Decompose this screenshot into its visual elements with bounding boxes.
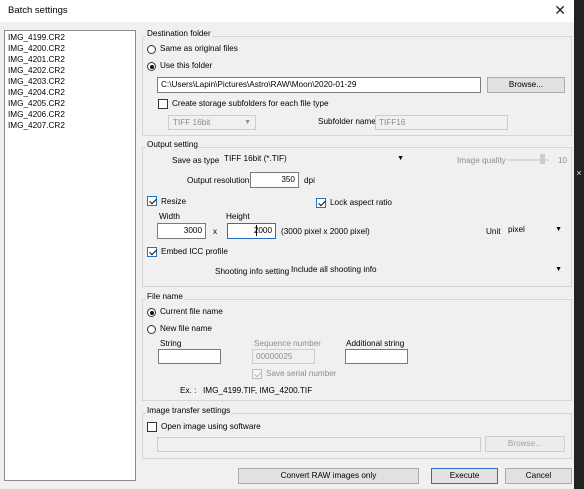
subfolder-type-value: TIFF 16bit (173, 118, 211, 127)
batch-settings-window: Batch settings ✕ IMG_4199.CR2 IMG_4200.C… (0, 0, 574, 489)
additional-string-field[interactable] (345, 349, 408, 364)
use-this-folder-label: Use this folder (160, 61, 213, 70)
cancel-button[interactable]: Cancel (505, 468, 572, 484)
subfolder-name-field[interactable]: TIFF16 (375, 115, 508, 130)
example-value: IMG_4199.TIF, IMG_4200.TIF (203, 386, 313, 395)
file-name-title: File name (146, 292, 184, 301)
unit-dropdown[interactable]: pixel ▼ (504, 223, 566, 238)
destination-folder-title: Destination folder (146, 29, 212, 38)
shooting-info-dropdown[interactable]: Include all shooting info ▼ (287, 263, 566, 278)
list-item[interactable]: IMG_4202.CR2 (8, 66, 65, 75)
folder-path-field[interactable]: C:\Users\Lapin\Pictures\Astro\RAW\Moon\2… (157, 77, 481, 93)
width-field[interactable]: 3000 (157, 223, 206, 239)
image-transfer-title: Image transfer settings (146, 406, 232, 415)
save-as-value: TIFF 16bit (*.TIF) (224, 154, 287, 163)
list-item[interactable]: IMG_4205.CR2 (8, 99, 65, 108)
convert-raw-only-button[interactable]: Convert RAW images only (238, 468, 419, 484)
current-file-name-radio[interactable] (147, 308, 156, 317)
title-bar: Batch settings ✕ (0, 0, 574, 22)
list-item[interactable]: IMG_4200.CR2 (8, 44, 65, 53)
close-icon[interactable]: × (574, 168, 584, 178)
dimensions-note: (3000 pixel x 2000 pixel) (281, 227, 370, 236)
background-window-strip (574, 0, 584, 489)
output-setting-title: Output setting (146, 140, 199, 149)
shooting-info-value: Include all shooting info (291, 265, 377, 274)
create-subfolders-label: Create storage subfolders for each file … (172, 99, 329, 108)
width-label: Width (159, 212, 180, 221)
chevron-down-icon: ▼ (244, 119, 251, 126)
chevron-down-icon: ▼ (397, 155, 404, 162)
list-item[interactable]: IMG_4203.CR2 (8, 77, 65, 86)
resize-label: Resize (161, 197, 187, 206)
lock-aspect-label: Lock aspect ratio (330, 198, 392, 207)
output-resolution-field[interactable]: 350 (250, 172, 299, 188)
use-this-folder-radio[interactable] (147, 62, 156, 71)
open-using-software-label: Open image using software (161, 422, 261, 431)
list-item[interactable]: IMG_4206.CR2 (8, 110, 65, 119)
additional-string-label: Additional string (346, 339, 405, 348)
list-item[interactable]: IMG_4204.CR2 (8, 88, 65, 97)
sequence-number-label: Sequence number (254, 339, 321, 348)
software-path-field[interactable] (157, 437, 481, 452)
subfolder-name-label: Subfolder name (318, 117, 376, 126)
embed-icc-checkbox[interactable] (147, 247, 157, 257)
image-quality-label: Image quality (457, 156, 506, 165)
shooting-info-label: Shooting info setting (215, 267, 290, 276)
chevron-down-icon: ▼ (555, 226, 562, 233)
string-field[interactable] (158, 349, 221, 364)
embed-icc-label: Embed ICC profile (161, 247, 228, 256)
close-icon[interactable]: ✕ (554, 2, 566, 18)
save-serial-checkbox[interactable] (252, 369, 262, 379)
height-label: Height (226, 212, 250, 221)
list-item[interactable]: IMG_4199.CR2 (8, 33, 65, 42)
open-using-software-checkbox[interactable] (147, 422, 157, 432)
save-as-label: Save as type (172, 156, 220, 165)
save-as-dropdown[interactable]: TIFF 16bit (*.TIF) ▼ (220, 152, 408, 167)
resolution-unit: dpi (304, 176, 315, 185)
image-quality-value: 10 (558, 156, 568, 165)
times-label: x (213, 227, 218, 236)
sequence-number-field[interactable]: 00000025 (252, 349, 315, 364)
new-file-name-radio[interactable] (147, 325, 156, 334)
height-field[interactable]: 2000 (227, 223, 276, 239)
current-file-name-label: Current file name (160, 307, 223, 316)
lock-aspect-checkbox[interactable] (316, 198, 326, 208)
new-file-name-label: New file name (160, 324, 212, 333)
image-quality-thumb[interactable] (540, 154, 545, 164)
file-list[interactable]: IMG_4199.CR2 IMG_4200.CR2 IMG_4201.CR2 I… (4, 30, 136, 481)
chevron-down-icon: ▼ (555, 266, 562, 273)
window-title: Batch settings (8, 5, 68, 16)
string-label: String (160, 339, 182, 348)
resize-checkbox[interactable] (147, 196, 157, 206)
execute-button[interactable]: Execute (431, 468, 498, 484)
example-label: Ex. : (180, 386, 197, 395)
destination-browse-button[interactable]: Browse... (487, 77, 565, 93)
same-as-original-label: Same as original files (160, 44, 238, 53)
same-as-original-radio[interactable] (147, 45, 156, 54)
subfolder-type-dropdown[interactable]: TIFF 16bit ▼ (168, 115, 256, 130)
save-serial-label: Save serial number (266, 369, 337, 378)
list-item[interactable]: IMG_4201.CR2 (8, 55, 65, 64)
unit-label: Unit (486, 227, 501, 236)
unit-value: pixel (508, 225, 525, 234)
create-subfolders-checkbox[interactable] (158, 99, 168, 109)
transfer-browse-button[interactable]: Browse... (485, 436, 565, 452)
list-item[interactable]: IMG_4207.CR2 (8, 121, 65, 130)
text-cursor (256, 225, 257, 236)
output-resolution-label: Output resolution (187, 176, 250, 185)
